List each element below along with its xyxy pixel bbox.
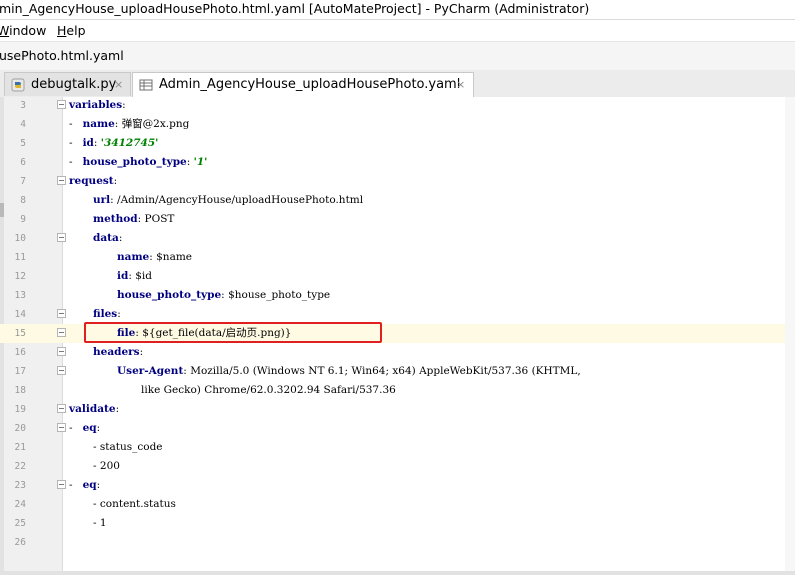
- code-editor[interactable]: 3 variables: 4 - name: 弹窗@2x.png 5 - id: '341…: [0, 97, 795, 575]
- code-line[interactable]: 22 - 200: [0, 457, 795, 476]
- code-line[interactable]: 16 headers:: [0, 343, 795, 362]
- status-strip: [0, 571, 795, 575]
- code-line[interactable]: 11 name: $name: [0, 248, 795, 267]
- menu-window[interactable]: Window: [0, 20, 46, 41]
- code-text: - content.status: [93, 498, 176, 510]
- code-line[interactable]: 4 - name: 弹窗@2x.png: [0, 115, 795, 134]
- code-text: name: $name: [117, 251, 192, 263]
- code-text: headers:: [93, 346, 144, 358]
- fold-marker-icon[interactable]: [57, 480, 66, 489]
- line-number: 13: [14, 290, 26, 301]
- line-number: 17: [14, 366, 26, 377]
- python-file-icon: [11, 78, 25, 92]
- code-text: - name: 弹窗@2x.png: [69, 118, 190, 130]
- breadcrumb[interactable]: usePhoto.html.yaml: [0, 42, 124, 70]
- line-number: 19: [14, 404, 26, 415]
- code-line[interactable]: 24 - content.status: [0, 495, 795, 514]
- code-text: house_photo_type: $house_photo_type: [117, 289, 331, 301]
- code-text: request:: [69, 175, 118, 187]
- code-line[interactable]: 26: [0, 533, 795, 552]
- fold-marker-icon[interactable]: [57, 100, 66, 109]
- code-text: - status_code: [93, 441, 163, 453]
- fold-marker-icon[interactable]: [57, 309, 66, 318]
- code-line[interactable]: 10 data:: [0, 229, 795, 248]
- line-number: 9: [20, 214, 26, 225]
- code-text: - house_photo_type: '1': [69, 156, 208, 168]
- code-text: url: /Admin/AgencyHouse/uploadHousePhoto…: [93, 194, 364, 206]
- fold-marker-icon[interactable]: [57, 423, 66, 432]
- fold-marker-icon[interactable]: [57, 366, 66, 375]
- menu-bar: Window Help: [0, 20, 795, 41]
- line-number: 5: [20, 138, 26, 149]
- code-line[interactable]: 12 id: $id: [0, 267, 795, 286]
- code-text: id: $id: [117, 270, 152, 282]
- fold-marker-icon[interactable]: [57, 328, 66, 337]
- line-number: 24: [14, 499, 26, 510]
- line-number: 25: [14, 518, 26, 529]
- tab-debugtalk[interactable]: debugtalk.py ×: [4, 72, 131, 96]
- line-number: 23: [14, 480, 26, 491]
- tab-admin-yaml[interactable]: Admin_AgencyHouse_uploadHousePhoto.yaml …: [132, 72, 474, 98]
- code-line[interactable]: 20 - eq:: [0, 419, 795, 438]
- line-number: 15: [14, 328, 26, 339]
- code-line[interactable]: 9 method: POST: [0, 210, 795, 229]
- code-line[interactable]: 13 house_photo_type: $house_photo_type: [0, 286, 795, 305]
- code-line[interactable]: 7 request:: [0, 172, 795, 191]
- yaml-file-icon: [139, 79, 153, 91]
- code-line[interactable]: 17 User-Agent: Mozilla/5.0 (Windows NT 6.…: [0, 362, 795, 381]
- code-text: - eq:: [69, 479, 101, 491]
- line-number: 22: [14, 461, 26, 472]
- code-line[interactable]: 18 like Gecko) Chrome/62.0.3202.94 Safari…: [0, 381, 795, 400]
- line-number: 14: [14, 309, 26, 320]
- line-number: 21: [14, 442, 26, 453]
- code-text: - eq:: [69, 422, 101, 434]
- code-line[interactable]: 5 - id: '3412745': [0, 134, 795, 153]
- line-number: 16: [14, 347, 26, 358]
- line-number: 26: [14, 537, 26, 548]
- tab-label: debugtalk.py: [31, 77, 117, 92]
- code-line[interactable]: 25 - 1: [0, 514, 795, 533]
- code-line[interactable]: 8 url: /Admin/AgencyHouse/uploadHousePhot…: [0, 191, 795, 210]
- menu-help[interactable]: Help: [57, 20, 86, 41]
- tab-label: Admin_AgencyHouse_uploadHousePhoto.yaml: [159, 77, 461, 92]
- line-number: 10: [14, 233, 26, 244]
- code-text: like Gecko) Chrome/62.0.3202.94 Safari/5…: [141, 384, 396, 396]
- code-line[interactable]: 21 - status_code: [0, 438, 795, 457]
- code-line[interactable]: 3 variables:: [0, 96, 795, 115]
- line-number: 20: [14, 423, 26, 434]
- close-icon[interactable]: ×: [456, 73, 465, 96]
- window-title: min_AgencyHouse_uploadHousePhoto.html.ya…: [0, 1, 590, 16]
- code-text: - id: '3412745': [69, 137, 159, 149]
- code-text: User-Agent: Mozilla/5.0 (Windows NT 6.1;…: [117, 365, 581, 377]
- code-line[interactable]: 6 - house_photo_type: '1': [0, 153, 795, 172]
- annotation-box: [84, 322, 382, 343]
- line-number: 8: [20, 195, 26, 206]
- line-number: 12: [14, 271, 26, 282]
- close-icon[interactable]: ×: [114, 73, 123, 96]
- line-number: 4: [20, 119, 26, 130]
- line-number: 11: [14, 252, 26, 263]
- fold-marker-icon[interactable]: [57, 347, 66, 356]
- fold-marker-icon[interactable]: [57, 404, 66, 413]
- code-line[interactable]: 19 validate:: [0, 400, 795, 419]
- code-line[interactable]: 23 - eq:: [0, 476, 795, 495]
- code-text: variables:: [69, 99, 126, 111]
- line-number: 7: [20, 176, 26, 187]
- window-title-bar: min_AgencyHouse_uploadHousePhoto.html.ya…: [0, 0, 795, 20]
- fold-marker-icon[interactable]: [57, 233, 66, 242]
- line-number: 6: [20, 157, 26, 168]
- code-text: - 1: [93, 517, 107, 529]
- fold-marker-icon[interactable]: [57, 176, 66, 185]
- code-text: - 200: [93, 460, 120, 472]
- editor-tab-bar: debugtalk.py × Admin_AgencyHouse_uploadH…: [0, 70, 795, 98]
- code-text: method: POST: [93, 213, 175, 225]
- code-text: validate:: [69, 403, 120, 415]
- code-text: data:: [93, 232, 123, 244]
- vertical-scrollbar[interactable]: [785, 97, 795, 575]
- line-number: 3: [20, 100, 26, 111]
- line-number: 18: [14, 385, 26, 396]
- navigation-bar: usePhoto.html.yaml: [0, 41, 795, 71]
